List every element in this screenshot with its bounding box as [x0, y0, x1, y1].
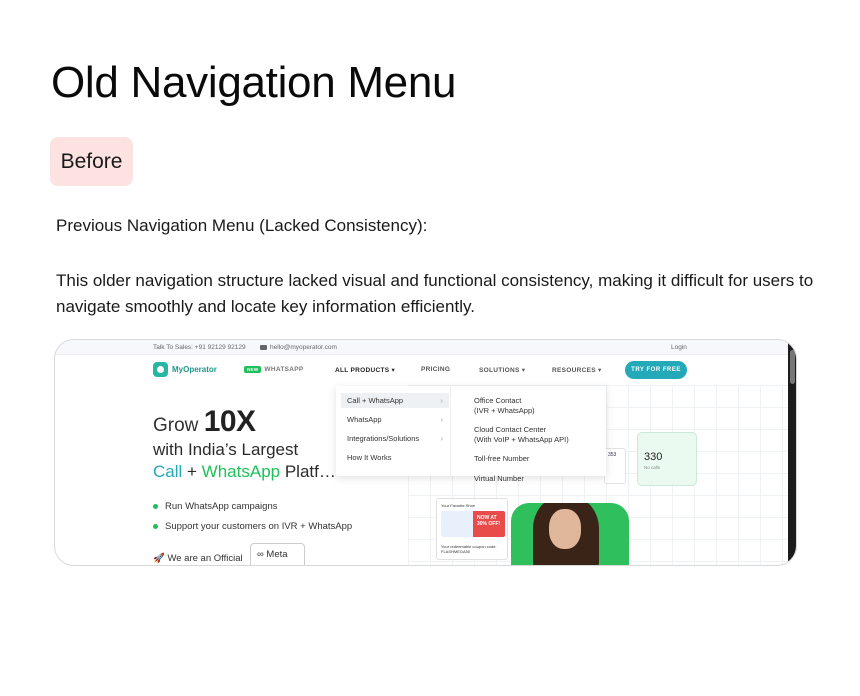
stats-card: 330 No calls	[637, 432, 697, 486]
dropdown-product: Cloud Contact Center (With VoIP + WhatsA…	[474, 425, 569, 444]
person-face	[549, 509, 581, 549]
try-for-free-button: TRY FOR FREE	[625, 361, 687, 379]
nav-whatsapp-label: WHATSAPP	[264, 366, 304, 373]
hero-call: Call	[153, 462, 183, 481]
dropdown-category: Call + WhatsApp ›	[341, 393, 449, 408]
bullet-item: Support your customers on IVR + WhatsApp	[153, 521, 352, 532]
hero-line2: with India’s Largest	[153, 440, 299, 459]
official-partner-text: 🚀 We are an Official	[153, 553, 243, 564]
dropdown-product: Office Contact (IVR + WhatsApp)	[474, 396, 535, 415]
promo-heading: Your Favorite Shoe	[441, 503, 476, 508]
bullet-dot	[153, 524, 158, 529]
chevron-right-icon: ›	[440, 415, 444, 424]
hero-plus: +	[182, 462, 202, 481]
products-dropdown: Call + WhatsApp › WhatsApp › Integrations/…	[336, 386, 606, 476]
nav-resources: RESOURCES ▾	[552, 367, 602, 374]
nav-pricing: PRICING	[421, 366, 451, 373]
bullet-item: Run WhatsApp campaigns	[153, 501, 277, 512]
bullet-text: Run WhatsApp campaigns	[165, 501, 278, 512]
scrollbar-thumb	[790, 350, 795, 384]
dropdown-category-label: Integrations/Solutions	[347, 434, 420, 443]
nav-bar: MyOperator NEW WHATSAPP ALL PRODUCTS ▾ P…	[55, 359, 796, 381]
dropdown-category: Integrations/Solutions ›	[341, 431, 449, 446]
description-body: This older navigation structure lacked v…	[56, 271, 814, 316]
email-link: hello@myoperator.com	[260, 344, 337, 351]
chevron-right-icon: ›	[440, 396, 444, 405]
hero-grow: Grow 10X	[153, 405, 256, 439]
login-link: Login	[671, 344, 687, 351]
dropdown-category-label: How It Works	[347, 453, 392, 462]
hero-grow-text: Grow	[153, 415, 204, 436]
dropdown-category: WhatsApp ›	[341, 412, 449, 427]
hero-rest: Platf…	[280, 462, 336, 481]
nav-whatsapp: NEW WHATSAPP	[244, 366, 304, 373]
dropdown-product: Toll-free Number	[474, 454, 530, 463]
promo-card: Your Favorite Shoe NOW AT 30% OFF! Your …	[436, 498, 508, 560]
bullet-text: Support your customers on IVR + WhatsApp	[165, 521, 353, 532]
stats-number: 330	[644, 451, 663, 463]
email-text: hello@myoperator.com	[270, 344, 337, 351]
dropdown-product: Virtual Number	[474, 474, 524, 483]
talk-to-sales: Talk To Sales: +91 92129 92129	[153, 344, 246, 351]
logo-text: MyOperator	[172, 365, 217, 374]
dropdown-category-label: WhatsApp	[347, 415, 382, 424]
nav-solutions: SOLUTIONS ▾	[479, 367, 526, 374]
logo-icon	[153, 362, 168, 377]
new-badge: NEW	[244, 366, 262, 373]
logo: MyOperator	[153, 362, 217, 377]
hero-line3: Call + WhatsApp Platf…	[153, 462, 336, 482]
chevron-right-icon: ›	[440, 434, 444, 443]
meta-badge: ∞ Meta	[250, 543, 305, 565]
page-title: Old Navigation Menu	[51, 58, 457, 107]
bullet-dot	[153, 504, 158, 509]
scrollbar	[788, 340, 796, 565]
hero-person-image	[511, 503, 629, 565]
description-heading: Previous Navigation Menu (Lacked Consist…	[56, 216, 428, 235]
promo-code: Your redeemable coupon code: FLASHMEGA50	[441, 544, 497, 554]
mail-icon	[260, 344, 267, 350]
hero-10x: 10X	[203, 405, 256, 438]
before-badge: Before	[50, 137, 133, 186]
website-screenshot: Talk To Sales: +91 92129 92129 hello@myo…	[54, 339, 797, 566]
hero-whatsapp: WhatsApp	[201, 462, 281, 481]
promo-tag: NOW AT 30% OFF!	[477, 515, 501, 527]
stats-label: No calls	[644, 465, 661, 470]
top-bar: Talk To Sales: +91 92129 92129 hello@myo…	[55, 340, 796, 355]
dropdown-category-label: Call + WhatsApp	[347, 396, 404, 405]
nav-all-products: ALL PRODUCTS ▾	[335, 367, 396, 374]
dropdown-categories: Call + WhatsApp › WhatsApp › Integrations/…	[336, 386, 451, 476]
dropdown-category: How It Works	[341, 450, 449, 465]
